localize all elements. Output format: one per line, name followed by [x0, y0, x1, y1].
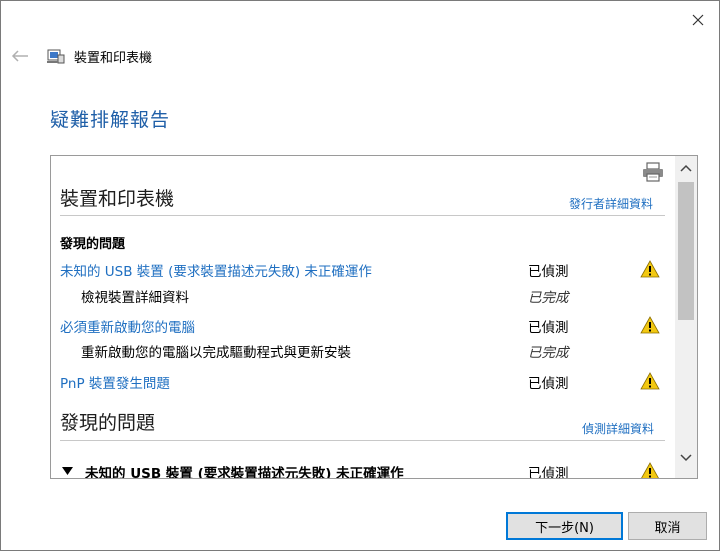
scroll-down-button[interactable]: [675, 446, 697, 470]
status-completed: 已完成: [528, 290, 569, 306]
publisher-details-link[interactable]: 發行者詳細資料: [569, 195, 653, 212]
sub-step-view-device-details: 檢視裝置詳細資料: [81, 290, 189, 306]
back-arrow-icon: [11, 50, 28, 62]
status-completed: 已完成: [528, 345, 569, 361]
issue-link-usb-device[interactable]: 未知的 USB 裝置 (要求裝置描述元失敗) 未正確運作: [60, 260, 372, 280]
troubleshooter-window: 裝置和印表機 疑難排解報告 裝置和印表機 發行者詳細資料 發現的問題 未知的 U…: [0, 0, 720, 551]
issues-found-subheading: 發現的問題: [60, 237, 126, 252]
chevron-up-icon: [680, 164, 692, 172]
issue-link-restart-required[interactable]: 必須重新啟動您的電腦: [60, 316, 195, 336]
triangle-collapse-icon[interactable]: [62, 467, 73, 475]
warning-icon: [640, 316, 660, 334]
scroll-thumb[interactable]: [678, 182, 694, 320]
page-title: 疑難排解報告: [50, 109, 171, 131]
report-content: 裝置和印表機 發行者詳細資料 發現的問題 未知的 USB 裝置 (要求裝置描述元…: [51, 156, 675, 478]
status-detected: 已偵測: [528, 320, 569, 336]
detection-details-link[interactable]: 偵測詳細資料: [582, 420, 654, 437]
section-divider: [60, 440, 665, 441]
close-icon: [692, 14, 704, 26]
status-detected: 已偵測: [528, 264, 569, 280]
section-title-devices: 裝置和印表機: [60, 188, 175, 210]
back-button[interactable]: [9, 45, 31, 67]
cancel-button[interactable]: 取消: [628, 512, 707, 540]
sub-step-restart-to-finish: 重新啟動您的電腦以完成驅動程式與更新安裝: [81, 345, 351, 361]
section-title-issues-found: 發現的問題: [60, 412, 156, 434]
section-divider: [60, 215, 665, 216]
scroll-up-button[interactable]: [675, 156, 697, 180]
status-detected: 已偵測: [528, 376, 569, 392]
warning-icon: [640, 372, 660, 390]
close-button[interactable]: [681, 7, 715, 33]
warning-icon: [641, 462, 659, 478]
window-title: 裝置和印表機: [74, 51, 153, 66]
printer-icon[interactable]: [641, 162, 665, 182]
warning-icon: [640, 260, 660, 278]
report-panel: 裝置和印表機 發行者詳細資料 發現的問題 未知的 USB 裝置 (要求裝置描述元…: [50, 155, 698, 479]
status-detected: 已偵測: [528, 466, 569, 478]
devices-printers-icon: [47, 49, 65, 64]
next-button[interactable]: 下一步(N): [506, 512, 623, 540]
vertical-scrollbar[interactable]: [675, 156, 697, 478]
issue-link-pnp-device[interactable]: PnP 裝置發生問題: [60, 372, 170, 392]
issue-header-usb-device[interactable]: 未知的 USB 裝置 (要求裝置描述元失敗) 未正確運作: [85, 462, 404, 478]
chevron-down-icon: [680, 454, 692, 462]
